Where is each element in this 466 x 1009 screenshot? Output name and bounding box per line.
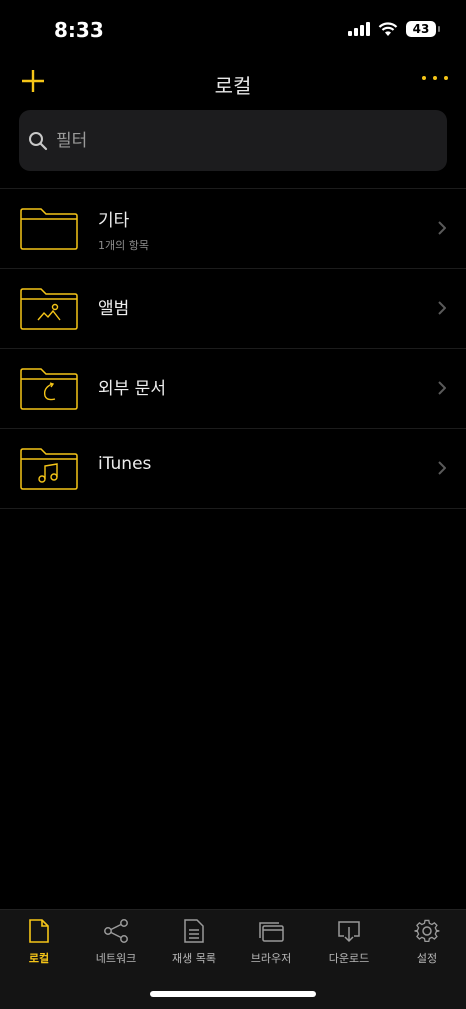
folder-icon bbox=[20, 208, 78, 250]
list-item-title: iTunes bbox=[98, 454, 152, 474]
photo-folder-icon bbox=[20, 288, 78, 330]
search-icon bbox=[29, 132, 48, 151]
download-icon bbox=[338, 921, 360, 943]
more-button[interactable] bbox=[422, 76, 448, 80]
list-item-subtitle: 1개의 항목 bbox=[98, 239, 149, 252]
battery-icon: 43 bbox=[406, 21, 440, 37]
list-item-title: 앨범 bbox=[98, 299, 130, 319]
tab-playlist[interactable]: 재생 목록 bbox=[155, 918, 233, 966]
chevron-right-icon bbox=[438, 381, 446, 395]
home-indicator[interactable] bbox=[150, 991, 316, 997]
chevron-right-icon bbox=[438, 221, 446, 235]
nav-bar: 로컬 bbox=[0, 58, 466, 106]
tab-label: 브라우저 bbox=[250, 952, 292, 965]
browser-windows-icon bbox=[259, 922, 284, 942]
external-folder-icon bbox=[20, 368, 78, 410]
wifi-icon bbox=[378, 21, 398, 36]
status-bar: 8:33 43 bbox=[0, 0, 466, 60]
tab-local[interactable]: 로컬 bbox=[0, 918, 78, 966]
music-folder-icon bbox=[20, 448, 78, 490]
more-dot bbox=[444, 76, 448, 80]
tab-download[interactable]: 다운로드 bbox=[310, 918, 388, 966]
tab-network[interactable]: 네트워크 bbox=[77, 918, 155, 966]
tab-browser[interactable]: 브라우저 bbox=[232, 918, 310, 966]
search-bar[interactable] bbox=[19, 110, 447, 171]
list-item-title: 기타 bbox=[98, 211, 130, 231]
tab-settings[interactable]: 설정 bbox=[388, 918, 466, 966]
folder-list: 기타 1개의 항목 앨범 외부 문서 iTunes bbox=[0, 188, 466, 509]
tab-label: 로컬 bbox=[28, 952, 50, 965]
list-item-other[interactable]: 기타 1개의 항목 bbox=[0, 189, 466, 269]
more-dot bbox=[422, 76, 426, 80]
share-icon bbox=[104, 919, 128, 943]
chevron-right-icon bbox=[438, 301, 446, 315]
more-dot bbox=[433, 76, 437, 80]
tab-label: 네트워크 bbox=[95, 952, 137, 965]
page-title: 로컬 bbox=[214, 74, 252, 98]
tab-label: 재생 목록 bbox=[172, 952, 216, 965]
list-item-album[interactable]: 앨범 bbox=[0, 269, 466, 349]
gear-icon bbox=[414, 919, 440, 943]
tab-label: 다운로드 bbox=[328, 952, 370, 965]
status-icons: 43 bbox=[348, 21, 440, 37]
search-input[interactable] bbox=[54, 123, 438, 159]
chevron-right-icon bbox=[438, 461, 446, 475]
status-time: 8:33 bbox=[54, 18, 104, 42]
list-item-title: 외부 문서 bbox=[98, 379, 166, 399]
signal-icon bbox=[348, 22, 370, 36]
document-icon bbox=[29, 919, 49, 943]
list-document-icon bbox=[184, 919, 204, 943]
list-item-external-documents[interactable]: 외부 문서 bbox=[0, 349, 466, 429]
battery-level: 43 bbox=[412, 22, 430, 36]
tab-label: 설정 bbox=[416, 952, 438, 965]
list-item-itunes[interactable]: iTunes bbox=[0, 429, 466, 509]
